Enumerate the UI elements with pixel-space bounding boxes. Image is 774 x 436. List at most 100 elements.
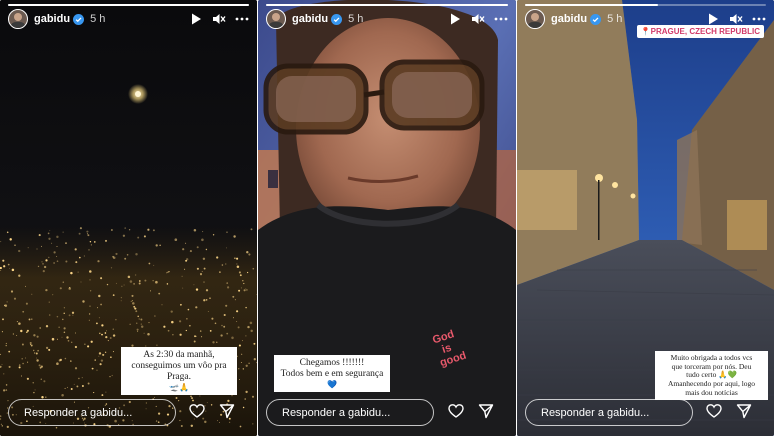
city-light bbox=[234, 257, 236, 259]
city-light bbox=[83, 255, 85, 257]
city-light bbox=[245, 335, 247, 337]
username[interactable]: gabidu bbox=[34, 13, 70, 25]
city-light bbox=[207, 311, 209, 312]
city-light bbox=[89, 290, 92, 292]
city-light bbox=[129, 323, 131, 325]
city-light bbox=[189, 250, 192, 253]
city-light bbox=[53, 251, 56, 254]
city-light bbox=[149, 290, 152, 292]
city-light bbox=[253, 342, 256, 345]
city-light bbox=[209, 329, 212, 332]
city-light bbox=[104, 351, 107, 353]
city-light bbox=[130, 300, 132, 302]
story-header: gabidu 5 h bbox=[266, 8, 508, 30]
story-panel-1[interactable]: gabidu 5 h As 2:30 da manhã, conseguimos… bbox=[0, 0, 257, 436]
city-light bbox=[78, 377, 80, 380]
city-light bbox=[127, 275, 131, 279]
send-icon[interactable] bbox=[736, 403, 752, 419]
city-light bbox=[137, 315, 139, 318]
city-light bbox=[56, 315, 59, 318]
city-light bbox=[33, 334, 36, 337]
avatar[interactable] bbox=[525, 9, 545, 29]
city-light bbox=[70, 388, 73, 390]
avatar[interactable] bbox=[8, 9, 28, 29]
city-light bbox=[236, 320, 238, 323]
play-icon[interactable] bbox=[448, 12, 462, 26]
city-light bbox=[135, 252, 138, 256]
city-light bbox=[25, 357, 27, 359]
city-light bbox=[195, 335, 197, 338]
city-light bbox=[252, 423, 254, 425]
city-light bbox=[104, 239, 108, 242]
city-light bbox=[236, 310, 239, 313]
city-light bbox=[153, 264, 155, 266]
reply-input[interactable]: Responder a gabidu... bbox=[8, 399, 176, 426]
city-light bbox=[193, 284, 195, 286]
heart-icon[interactable] bbox=[189, 403, 205, 419]
city-light bbox=[81, 384, 84, 388]
city-light bbox=[41, 245, 42, 247]
reply-input[interactable]: Responder a gabidu... bbox=[525, 399, 693, 426]
city-light bbox=[65, 242, 67, 244]
city-light bbox=[242, 368, 244, 370]
location-sticker[interactable]: 📍PRAGUE, CZECH REPUBLIC bbox=[636, 25, 764, 38]
city-light bbox=[253, 358, 256, 361]
city-light bbox=[152, 280, 154, 282]
city-light bbox=[64, 387, 66, 389]
send-icon[interactable] bbox=[219, 403, 235, 419]
city-light bbox=[190, 424, 194, 428]
city-light bbox=[211, 317, 214, 320]
more-icon[interactable] bbox=[752, 12, 766, 26]
story-panel-2[interactable]: gabidu 5 h God is good Chegamos !!!!!!! … bbox=[258, 0, 516, 436]
city-light bbox=[179, 419, 181, 422]
city-light bbox=[240, 362, 242, 363]
mute-icon[interactable] bbox=[212, 12, 226, 26]
heart-icon[interactable] bbox=[448, 403, 464, 419]
city-light bbox=[245, 390, 248, 394]
send-icon[interactable] bbox=[478, 403, 494, 419]
username[interactable]: gabidu bbox=[551, 13, 587, 25]
reply-placeholder: Responder a gabidu... bbox=[541, 406, 650, 419]
city-light bbox=[131, 300, 133, 302]
more-icon[interactable] bbox=[235, 12, 249, 26]
mute-icon[interactable] bbox=[729, 12, 743, 26]
city-light bbox=[1, 364, 3, 366]
city-light bbox=[33, 391, 35, 394]
city-light bbox=[225, 263, 227, 265]
avatar[interactable] bbox=[266, 9, 286, 29]
city-light bbox=[21, 358, 23, 360]
city-light bbox=[234, 299, 236, 301]
city-light bbox=[239, 425, 242, 428]
reply-input[interactable]: Responder a gabidu... bbox=[266, 399, 434, 426]
city-light bbox=[200, 272, 202, 275]
city-light bbox=[74, 367, 78, 370]
city-light bbox=[210, 404, 213, 406]
city-light bbox=[121, 285, 123, 287]
city-light bbox=[241, 353, 243, 355]
city-light bbox=[228, 421, 231, 423]
city-light bbox=[243, 289, 246, 292]
story-panel-3[interactable]: gabidu 5 h 📍PRAGUE, CZECH REPUBLIC Muito… bbox=[517, 0, 774, 436]
city-light bbox=[62, 231, 64, 233]
city-light bbox=[40, 378, 42, 380]
city-light bbox=[93, 241, 96, 243]
city-light bbox=[12, 333, 15, 335]
city-light bbox=[27, 247, 29, 249]
city-light bbox=[25, 302, 28, 305]
play-icon[interactable] bbox=[189, 12, 203, 26]
city-light bbox=[158, 292, 161, 295]
city-light bbox=[240, 287, 242, 289]
more-icon[interactable] bbox=[494, 12, 508, 26]
city-light bbox=[88, 319, 90, 321]
city-light bbox=[76, 385, 79, 388]
city-light bbox=[2, 318, 4, 321]
city-light bbox=[244, 398, 246, 400]
play-icon[interactable] bbox=[706, 12, 720, 26]
story-progress-fill bbox=[525, 4, 658, 6]
city-light bbox=[123, 284, 125, 286]
city-light bbox=[9, 267, 11, 269]
heart-icon[interactable] bbox=[706, 403, 722, 419]
mute-icon[interactable] bbox=[471, 12, 485, 26]
city-light bbox=[203, 281, 205, 283]
username[interactable]: gabidu bbox=[292, 13, 328, 25]
